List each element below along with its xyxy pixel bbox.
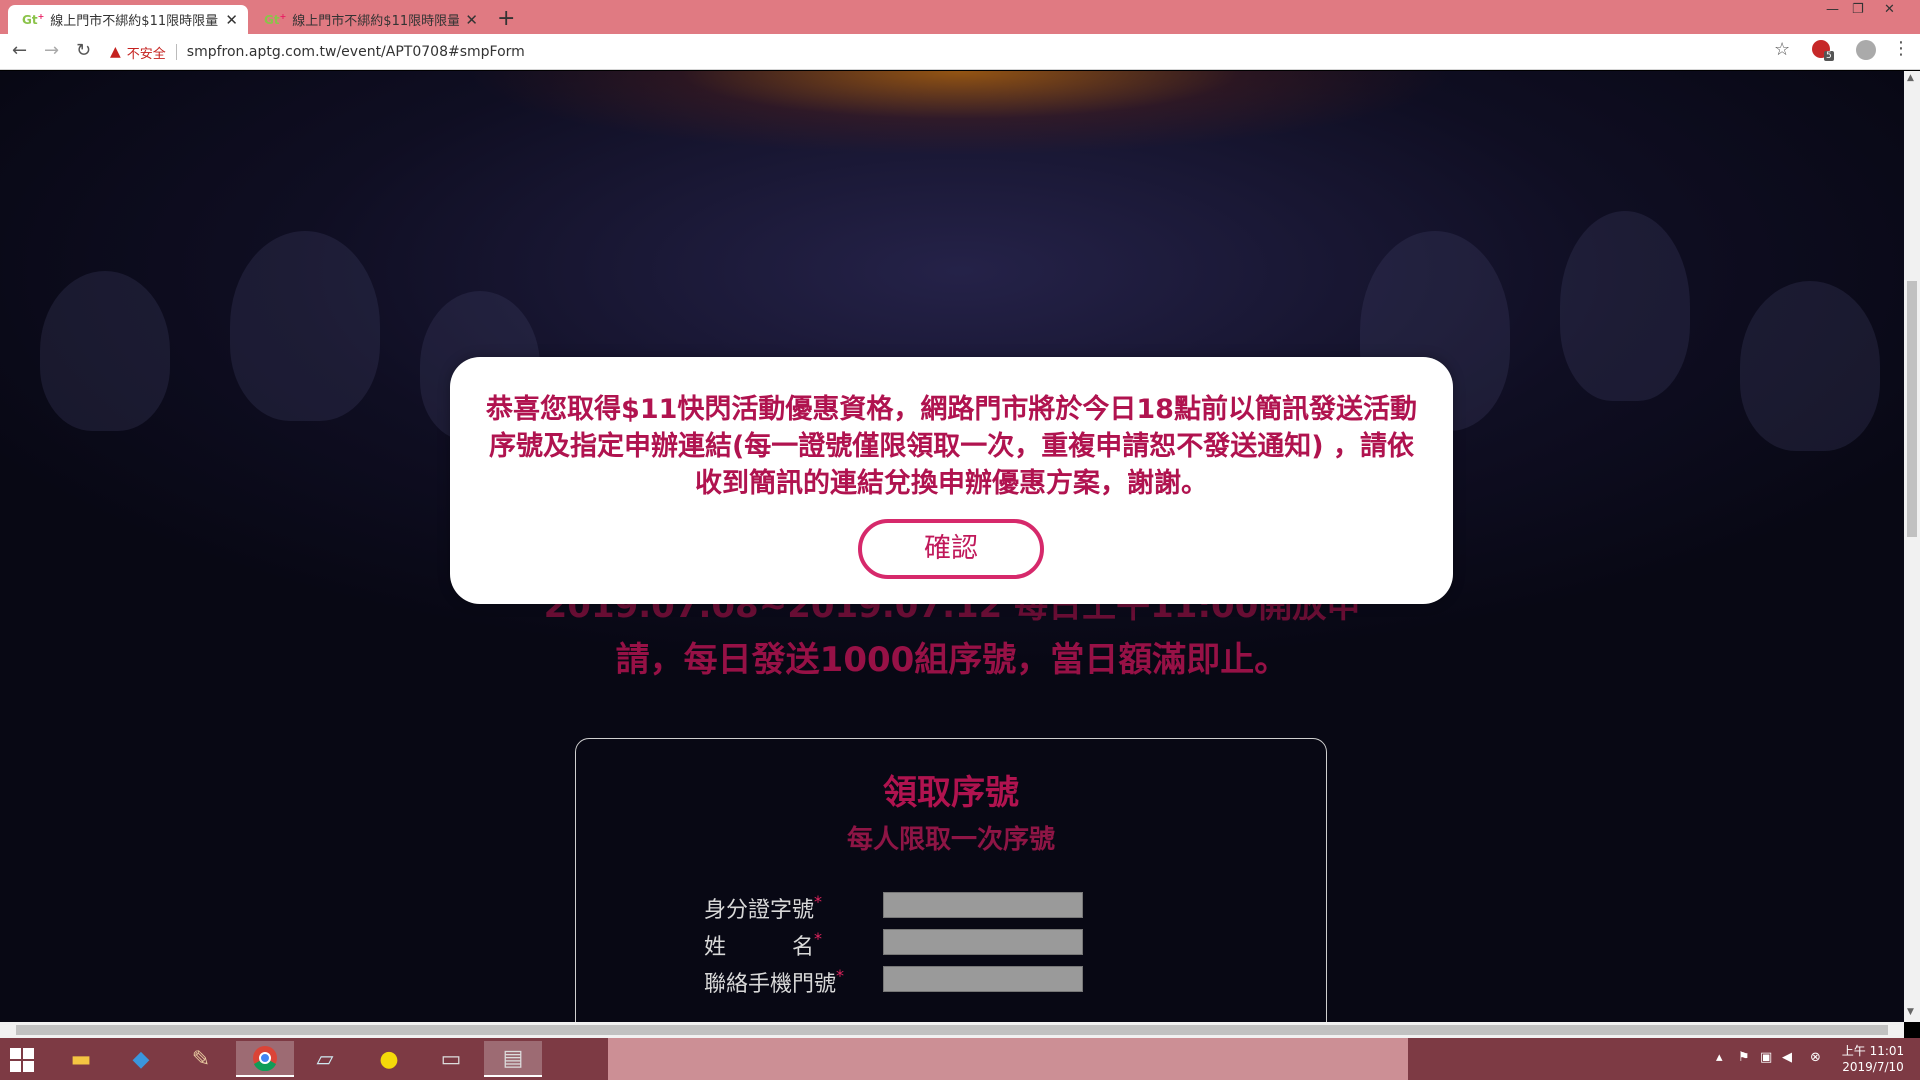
windows-taskbar: ▬ ◆ ✎ ▱ ● ▭ ▤ ▴ ⚑ ▣ ◀ ⊗ 上午 11:01 2019/7/… [0, 1038, 1920, 1080]
windows-start-icon[interactable] [10, 1048, 34, 1072]
network-icon[interactable]: ▣ [1760, 1050, 1772, 1065]
url-text: smpfron.aptg.com.tw/event/APT0708#smpFor… [186, 44, 525, 60]
chrome-menu-icon[interactable]: ⋮ [1892, 38, 1910, 59]
banner-text-fragment [420, 71, 920, 95]
browser-titlebar: Gt+ 線上門市不綁約$11限時限量 - G ✕ Gt+ 線上門市不綁約$11限… [0, 0, 1920, 34]
restore-icon[interactable]: ❐ [1852, 2, 1864, 17]
scroll-down-icon[interactable]: ▼ [1907, 1007, 1914, 1017]
form-row-phone: 聯絡手機門號* [576, 966, 1326, 997]
crowd-silhouette [230, 231, 380, 421]
volume-icon[interactable]: ◀ [1782, 1050, 1792, 1065]
form-row-id: 身分證字號* [576, 892, 1326, 923]
mobile-number-label: 聯絡手機門號* [704, 966, 845, 997]
notification-icon[interactable]: ⊗ [1810, 1050, 1821, 1065]
confirm-button[interactable]: 確認 [858, 519, 1044, 579]
back-icon[interactable]: ← [12, 40, 27, 61]
site-favicon-icon: Gt+ [264, 12, 287, 27]
profile-avatar-icon[interactable] [1856, 40, 1876, 60]
new-tab-button[interactable]: + [497, 6, 515, 31]
form-row-name: 姓 名* [576, 929, 1326, 960]
event-period-line2: 請，每日發送1000組序號，當日額滿即止。 [615, 640, 1289, 680]
name-label: 姓 名* [704, 929, 823, 960]
vscode-icon[interactable]: ◆ [112, 1041, 170, 1077]
mobile-number-input[interactable] [883, 966, 1083, 992]
site-favicon-icon: Gt+ [22, 12, 45, 27]
dialog-message: 恭喜您取得$11快閃活動優惠資格，網路門市將於今日18點前以簡訊發送活動序號及指… [486, 394, 1417, 499]
ok-app-icon[interactable]: ● [360, 1041, 418, 1077]
notice-dialog: 恭喜您取得$11快閃活動優惠資格，網路門市將於今日18點前以簡訊發送活動序號及指… [450, 357, 1453, 604]
browser-toolbar: ← → ↻ ▲ 不安全 smpfron.aptg.com.tw/event/AP… [0, 34, 1920, 70]
serial-form: 領取序號 每人限取一次序號 身分證字號* 姓 名* 聯絡手機門號* [575, 738, 1327, 1022]
security-label: 不安全 [126, 46, 166, 62]
crowd-silhouette [40, 271, 170, 431]
terminal-icon[interactable]: ▭ [422, 1041, 480, 1077]
vertical-scrollbar[interactable]: ▲ ▼ [1904, 71, 1920, 1022]
form-title: 領取序號 [883, 773, 1019, 813]
tab-close-icon[interactable]: ✕ [225, 11, 238, 29]
taskbar-empty-area [608, 1038, 1408, 1080]
tab-inactive[interactable]: Gt+ 線上門市不綁約$11限時限量 - G ✕ [250, 5, 488, 34]
taskbar-clock[interactable]: 上午 11:01 2019/7/10 [1838, 1043, 1908, 1075]
id-number-input[interactable] [883, 892, 1083, 918]
action-flag-icon[interactable]: ⚑ [1738, 1050, 1750, 1065]
crowd-silhouette [1740, 281, 1880, 451]
id-number-label: 身分證字號* [704, 892, 823, 923]
clock-time: 上午 11:01 [1841, 1044, 1905, 1058]
notepad-icon[interactable]: ▱ [296, 1041, 354, 1077]
address-divider [175, 44, 177, 60]
tab-close-icon[interactable]: ✕ [465, 11, 478, 29]
horizontal-scroll-thumb[interactable] [16, 1025, 1888, 1035]
scroll-up-icon[interactable]: ▲ [1907, 73, 1914, 83]
bookmark-star-icon[interactable]: ☆ [1774, 39, 1790, 60]
tray-expand-icon[interactable]: ▴ [1716, 1050, 1723, 1065]
tab-title: 線上門市不綁約$11限時限量 - G [50, 14, 219, 29]
name-input[interactable] [883, 929, 1083, 955]
warning-icon: ▲ [110, 44, 121, 60]
crowd-silhouette [1560, 211, 1690, 401]
vertical-scroll-thumb[interactable] [1907, 281, 1917, 537]
extension-badge: 5 [1824, 51, 1834, 61]
minimize-icon[interactable]: — [1826, 2, 1839, 17]
file-explorer-icon[interactable]: ▬ [52, 1041, 110, 1077]
tab-title: 線上門市不綁約$11限時限量 - G [292, 14, 460, 29]
clock-date: 2019/7/10 [1842, 1060, 1904, 1074]
forward-icon[interactable]: → [44, 40, 59, 61]
paint-icon[interactable]: ✎ [172, 1041, 230, 1077]
horizontal-scrollbar[interactable] [0, 1022, 1904, 1038]
window-close-icon[interactable]: ✕ [1884, 2, 1895, 17]
address-bar[interactable]: ▲ 不安全 smpfron.aptg.com.tw/event/APT0708#… [110, 39, 1790, 65]
form-subtitle: 每人限取一次序號 [846, 825, 1055, 855]
chrome-icon[interactable] [236, 1041, 294, 1077]
reload-icon[interactable]: ↻ [76, 40, 91, 61]
remote-desktop-icon[interactable]: ▤ [484, 1041, 542, 1077]
tab-active[interactable]: Gt+ 線上門市不綁約$11限時限量 - G ✕ [8, 5, 248, 34]
